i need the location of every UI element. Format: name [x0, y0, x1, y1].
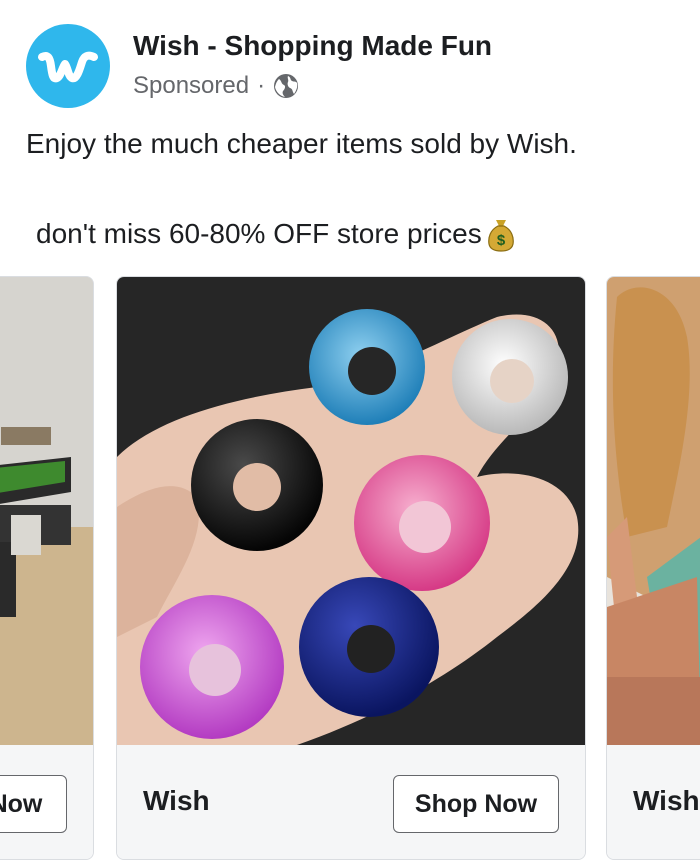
- card-title[interactable]: Wish: [143, 785, 210, 817]
- pool-table-image[interactable]: [0, 277, 93, 745]
- svg-text:$: $: [497, 232, 506, 249]
- post-meta: Sponsored ·: [133, 72, 299, 100]
- wish-logo-avatar[interactable]: [26, 24, 110, 108]
- page-name[interactable]: Wish - Shopping Made Fun: [133, 30, 492, 62]
- carousel-card-main-footer: Wish Shop Now: [117, 745, 585, 859]
- sponsored-label[interactable]: Sponsored: [133, 72, 249, 100]
- post-text-line2: don't miss 60-80% OFF store prices: [36, 218, 482, 249]
- meta-separator: ·: [257, 72, 266, 99]
- carousel-card-previous[interactable]: Now: [0, 276, 94, 860]
- post-text-line1: Enjoy the much cheaper items sold by Wis…: [26, 128, 577, 159]
- card-title-next[interactable]: Wish: [633, 785, 700, 817]
- shop-now-button-previous[interactable]: Now: [0, 775, 67, 833]
- globe-icon: [274, 74, 299, 98]
- shop-now-button[interactable]: Shop Now: [393, 775, 559, 833]
- carousel-card-next[interactable]: Wish: [606, 276, 700, 860]
- carousel-card-main[interactable]: Wish Shop Now: [116, 276, 586, 860]
- money-bag-icon: $: [487, 220, 514, 252]
- carousel-card-previous-footer: Now: [0, 745, 93, 859]
- model-image[interactable]: [607, 277, 700, 745]
- post-text-line2-row: don't miss 60-80% OFF store prices $: [36, 216, 516, 252]
- post-header: Wish - Shopping Made Fun Sponsored ·: [0, 0, 700, 120]
- carousel[interactable]: Now: [0, 276, 700, 860]
- product-image[interactable]: [117, 277, 585, 745]
- carousel-card-next-footer: Wish: [607, 745, 700, 859]
- wish-logo-icon: [38, 51, 98, 83]
